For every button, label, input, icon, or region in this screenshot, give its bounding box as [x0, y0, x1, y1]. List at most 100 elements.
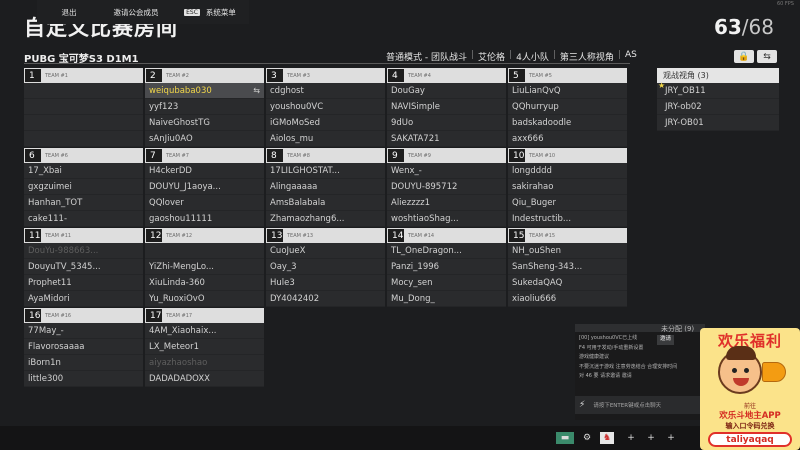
plus-button[interactable]: +	[664, 432, 678, 444]
player-slot[interactable]: CuoJueX	[266, 243, 385, 259]
player-slot[interactable]: AyaMidori	[24, 291, 143, 307]
player-slot[interactable]: Flavorosaaaa	[24, 339, 143, 355]
player-slot[interactable]: DY4042402	[266, 291, 385, 307]
observer-slot[interactable]: JRY-ob02	[657, 99, 779, 115]
player-slot[interactable]: Yu_RuoxiOvO	[145, 291, 264, 307]
chat-icon[interactable]: ▬	[556, 432, 574, 444]
player-slot[interactable]: YiZhi-MengLo...	[145, 259, 264, 275]
mode-view: 第三人称视角	[559, 53, 614, 63]
player-slot[interactable]: Aiolos_mu	[266, 131, 385, 147]
player-slot[interactable]: Zhamaozhang6...	[266, 211, 385, 227]
invite-guild-button[interactable]: 邀请公会成员	[101, 0, 171, 24]
player-name: 9dUo	[391, 117, 414, 128]
player-slot[interactable]: DouGay	[387, 83, 506, 99]
player-slot[interactable]: DouyuTV_5345...	[24, 259, 143, 275]
player-slot[interactable]: DADADADOXX	[145, 371, 264, 387]
player-slot[interactable]: 77May_-	[24, 323, 143, 339]
player-slot[interactable]: Qiu_Buger	[508, 195, 627, 211]
team-label: TEAM #3	[287, 72, 310, 79]
player-slot[interactable]: QQhurryup	[508, 99, 627, 115]
player-slot[interactable]: sakirahao	[508, 179, 627, 195]
player-slot[interactable]	[24, 83, 143, 99]
player-slot[interactable]: weiqubaba030 ⇆	[145, 83, 264, 99]
player-slot[interactable]: youshou0VC	[266, 99, 385, 115]
chat-input[interactable]: ⚡ 请按下ENTER键或点击聊天	[575, 396, 710, 414]
player-slot[interactable]: DOUYU_J1aoya...	[145, 179, 264, 195]
player-slot[interactable]: TL_OneDragon...	[387, 243, 506, 259]
player-slot[interactable]: 17_Xbai	[24, 163, 143, 179]
player-slot[interactable]: xiaoliu666	[508, 291, 627, 307]
player-slot[interactable]: Hule3	[266, 275, 385, 291]
player-slot[interactable]: iGMoMoSed	[266, 115, 385, 131]
player-slot[interactable]	[145, 243, 264, 259]
player-slot[interactable]: SAKATA721	[387, 131, 506, 147]
player-name: Wenx_-	[391, 165, 422, 176]
player-slot[interactable]: 9dUo	[387, 115, 506, 131]
player-slot[interactable]: NaiveGhostTG	[145, 115, 264, 131]
player-slot[interactable]: Mu_Dong_	[387, 291, 506, 307]
player-slot[interactable]: Panzi_1996	[387, 259, 506, 275]
player-slot[interactable]	[24, 131, 143, 147]
swap-icon[interactable]: ⇆	[253, 86, 260, 95]
chat-tag[interactable]: 邀请	[657, 335, 675, 345]
player-slot[interactable]: XiuLinda-360	[145, 275, 264, 291]
player-slot[interactable]: Prophet11	[24, 275, 143, 291]
mode-squad: 4人小队	[516, 53, 549, 63]
team-number: 16	[24, 308, 42, 323]
player-slot[interactable]: LX_Meteor1	[145, 339, 264, 355]
plus-button[interactable]: +	[624, 432, 638, 444]
team-number: 8	[266, 148, 284, 163]
player-slot[interactable]: cake111-	[24, 211, 143, 227]
player-slot[interactable]: Wenx_-	[387, 163, 506, 179]
player-slot[interactable]: gaoshou11111	[145, 211, 264, 227]
player-slot[interactable]: iBorn1n	[24, 355, 143, 371]
exit-button[interactable]: 退出	[37, 0, 101, 24]
player-slot[interactable]: axx666	[508, 131, 627, 147]
player-slot[interactable]	[24, 115, 143, 131]
player-name: Mu_Dong_	[391, 293, 435, 304]
player-slot[interactable]: longdddd	[508, 163, 627, 179]
player-slot[interactable]: aiyazhaoshao	[145, 355, 264, 371]
team-label: TEAM #14	[408, 232, 435, 239]
player-slot[interactable]: DOUYU-895712	[387, 179, 506, 195]
player-slot[interactable]: QQlover	[145, 195, 264, 211]
player-slot[interactable]: AmsBalabala	[266, 195, 385, 211]
rabbit-icon[interactable]: ♞	[600, 432, 614, 444]
player-slot[interactable]: SukedaQAQ	[508, 275, 627, 291]
player-slot[interactable]: badskadoodle	[508, 115, 627, 131]
player-slot[interactable]: Hanhan_TOT	[24, 195, 143, 211]
player-slot[interactable]: gxgzuimei	[24, 179, 143, 195]
player-slot[interactable]: cdghost	[266, 83, 385, 99]
system-menu-button[interactable]: ESC 系统菜单	[171, 0, 249, 24]
player-slot[interactable]: 17LILGHOSTAT...	[266, 163, 385, 179]
player-slot[interactable]	[24, 99, 143, 115]
team-label: TEAM #2	[166, 72, 189, 79]
player-name: cdghost	[270, 85, 304, 96]
player-slot[interactable]: H4ckerDD	[145, 163, 264, 179]
player-slot[interactable]: 4AM_Xiaohaix...	[145, 323, 264, 339]
player-slot[interactable]: little300	[24, 371, 143, 387]
ad-overlay[interactable]: 欢乐福利 前往 欢乐斗地主APP 输入口令码兑换 taliyaqaq	[700, 328, 800, 450]
player-slot[interactable]: Alingaaaaa	[266, 179, 385, 195]
lock-button[interactable]: 🔒	[734, 50, 754, 63]
player-slot[interactable]: SanSheng-343...	[508, 259, 627, 275]
unassigned-header[interactable]: 未分配 (9)	[575, 324, 705, 333]
player-slot[interactable]: sAnJiu0AO	[145, 131, 264, 147]
esc-key: ESC	[184, 8, 200, 16]
player-slot[interactable]: NH_ouShen	[508, 243, 627, 259]
player-slot[interactable]: LiuLianQvQ	[508, 83, 627, 99]
team-box: 11 TEAM #11 DouYu-988663... DouyuTV_5345...…	[24, 228, 143, 307]
player-slot[interactable]: Oay_3	[266, 259, 385, 275]
observer-slot[interactable]: ★ JRY_OB11	[657, 81, 779, 99]
player-slot[interactable]: woshtiaoShag...	[387, 211, 506, 227]
plus-button[interactable]: +	[644, 432, 658, 444]
player-slot[interactable]: NAVISimple	[387, 99, 506, 115]
settings-icon[interactable]: ⚙	[580, 432, 594, 444]
player-slot[interactable]: Mocy_sen	[387, 275, 506, 291]
player-slot[interactable]: Indestructib...	[508, 211, 627, 227]
swap-button[interactable]: ⇆	[757, 50, 777, 63]
player-slot[interactable]: DouYu-988663...	[24, 243, 143, 259]
player-slot[interactable]: Aliezzzz1	[387, 195, 506, 211]
observer-slot[interactable]: JRY-OB01	[657, 115, 779, 131]
player-slot[interactable]: yyf123	[145, 99, 264, 115]
